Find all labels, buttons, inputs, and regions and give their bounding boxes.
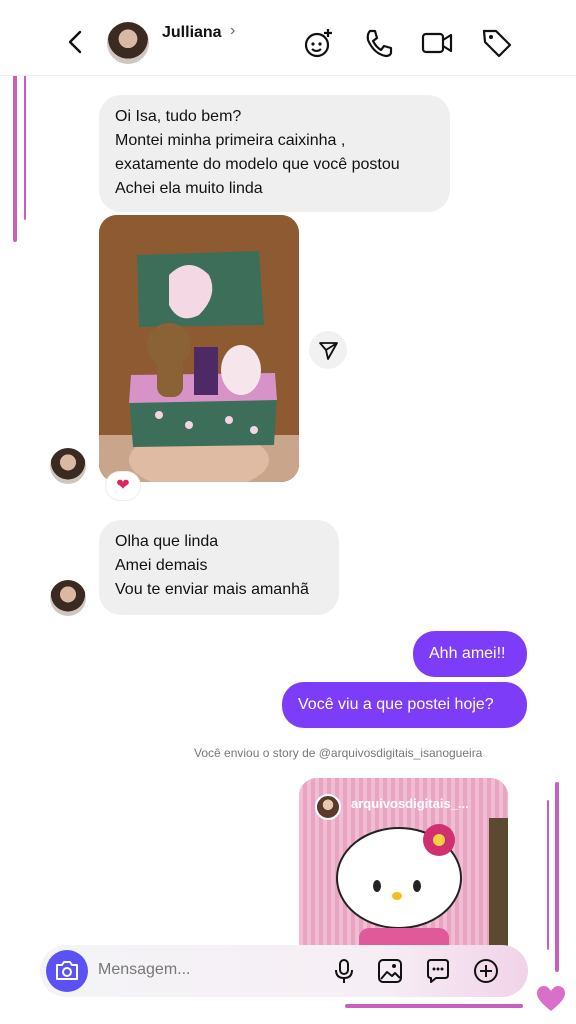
video-call-icon[interactable] (420, 26, 454, 60)
tag-icon[interactable] (480, 26, 514, 60)
frame-line-right-thin (547, 800, 549, 950)
message-text: Ahh amei!! (429, 645, 506, 662)
sender-avatar[interactable] (50, 580, 86, 616)
message-input[interactable]: Mensagem... (98, 961, 190, 979)
message-line: Amei demais (115, 557, 208, 574)
story-share-note: Você enviou o story de @arquivosdigitais… (194, 746, 483, 760)
send-icon (319, 342, 338, 360)
outgoing-message[interactable]: Ahh amei!! (413, 631, 527, 677)
back-arrow-icon[interactable] (62, 28, 90, 56)
message-line: Vou te enviar mais amanhã (115, 581, 309, 598)
message-line: Achei ela muito linda (115, 180, 263, 197)
gallery-icon[interactable] (376, 957, 404, 985)
frame-line-left-thin (24, 70, 26, 220)
phone-call-icon[interactable] (362, 26, 396, 60)
chat-header: Julliana › (0, 0, 576, 76)
incoming-message[interactable]: Olha que linda Amei demais Vou te enviar… (99, 520, 339, 615)
message-text: Você viu a que postei hoje? (298, 696, 494, 713)
incoming-message[interactable]: Oi Isa, tudo bem? Montei minha primeira … (99, 95, 450, 212)
message-line: Montei minha primeira caixinha , (115, 132, 346, 149)
story-author-avatar (315, 794, 341, 820)
shared-story[interactable]: arquivosdigitais_... (299, 778, 508, 958)
contact-name[interactable]: Julliana (162, 24, 222, 42)
chevron-right-icon[interactable]: › (230, 22, 235, 40)
message-line: Olha que linda (115, 533, 219, 550)
message-composer: Mensagem... (40, 945, 528, 997)
photo-message[interactable] (99, 215, 299, 482)
microphone-icon[interactable] (330, 957, 358, 985)
story-username[interactable]: arquivosdigitais_... (351, 796, 469, 811)
frame-line-left (13, 52, 17, 242)
add-circle-icon[interactable] (472, 957, 500, 985)
message-line: exatamente do modelo que você postou (115, 156, 400, 173)
frame-line-right (555, 782, 559, 972)
effects-icon[interactable] (302, 26, 336, 60)
heart-decoration-bottom-right (537, 986, 565, 1011)
share-button[interactable] (309, 331, 347, 369)
heart-reaction-icon[interactable]: ❤ (106, 472, 140, 500)
camera-button[interactable] (46, 950, 88, 992)
contact-avatar[interactable] (107, 22, 149, 64)
sender-avatar[interactable] (50, 448, 86, 484)
message-line: Oi Isa, tudo bem? (115, 108, 242, 125)
gift-box-photo (99, 215, 299, 482)
camera-icon (56, 961, 78, 980)
frame-line-bottom (345, 1004, 523, 1008)
outgoing-message[interactable]: Você viu a que postei hoje? (282, 682, 527, 728)
sticker-chat-icon[interactable] (424, 957, 452, 985)
